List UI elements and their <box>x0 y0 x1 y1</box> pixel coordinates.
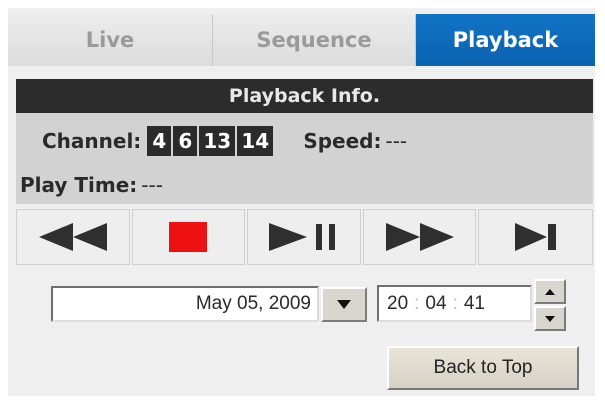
date-field[interactable]: May 05, 2009 <box>51 286 319 322</box>
tab-bar: Live Sequence Playback <box>8 14 595 66</box>
date-dropdown-button[interactable] <box>321 287 367 322</box>
time-increment-button[interactable] <box>534 279 566 304</box>
channel-badge[interactable]: 13 <box>199 126 236 156</box>
channel-label: Channel: <box>42 129 142 153</box>
playback-info-box: Playback Info. Channel: 4 6 13 14 Speed:… <box>16 79 593 204</box>
channel-badge[interactable]: 4 <box>147 126 172 156</box>
play-time-value: --- <box>141 173 163 197</box>
fast-forward-button[interactable] <box>362 209 477 265</box>
speed-group: Speed: --- <box>303 129 407 153</box>
next-frame-button[interactable] <box>478 209 593 265</box>
time-decrement-button[interactable] <box>534 306 566 331</box>
stop-icon <box>169 222 208 252</box>
play-time-label: Play Time: <box>20 173 138 197</box>
skip-next-icon <box>514 223 556 251</box>
play-time-row: Play Time: --- <box>20 170 163 200</box>
play-pause-icon <box>268 223 335 251</box>
back-to-top-button[interactable]: Back to Top <box>387 346 579 390</box>
rewind-button[interactable] <box>16 209 130 265</box>
hour-field[interactable]: 20 <box>387 293 408 315</box>
chevron-down-icon <box>545 315 555 322</box>
chevron-down-icon <box>337 300 351 309</box>
play-pause-button[interactable] <box>247 209 361 265</box>
date-value: May 05, 2009 <box>195 293 311 314</box>
channel-list: 4 6 13 14 <box>147 126 275 156</box>
playback-info-title: Playback Info. <box>16 79 593 113</box>
time-separator: : <box>452 292 458 314</box>
time-separator: : <box>414 292 420 314</box>
channel-badge[interactable]: 6 <box>173 126 198 156</box>
fast-forward-icon <box>385 223 454 251</box>
tab-live[interactable]: Live <box>8 14 213 66</box>
tab-sequence[interactable]: Sequence <box>213 14 416 66</box>
second-field[interactable]: 41 <box>464 293 485 315</box>
transport-controls <box>16 209 593 266</box>
minute-field[interactable]: 04 <box>425 293 446 315</box>
time-spinner <box>534 279 566 331</box>
channel-row: Channel: 4 6 13 14 Speed: --- <box>42 124 407 158</box>
stop-button[interactable] <box>131 209 246 265</box>
speed-value: --- <box>385 129 408 153</box>
playback-panel: Live Sequence Playback Playback Info. Ch… <box>0 0 605 402</box>
speed-label: Speed: <box>303 129 382 153</box>
time-field[interactable]: 20 : 04 : 41 <box>377 285 532 322</box>
tab-playback[interactable]: Playback <box>416 14 595 66</box>
channel-badge[interactable]: 14 <box>237 126 274 156</box>
chevron-up-icon <box>545 288 555 295</box>
rewind-icon <box>38 223 107 251</box>
